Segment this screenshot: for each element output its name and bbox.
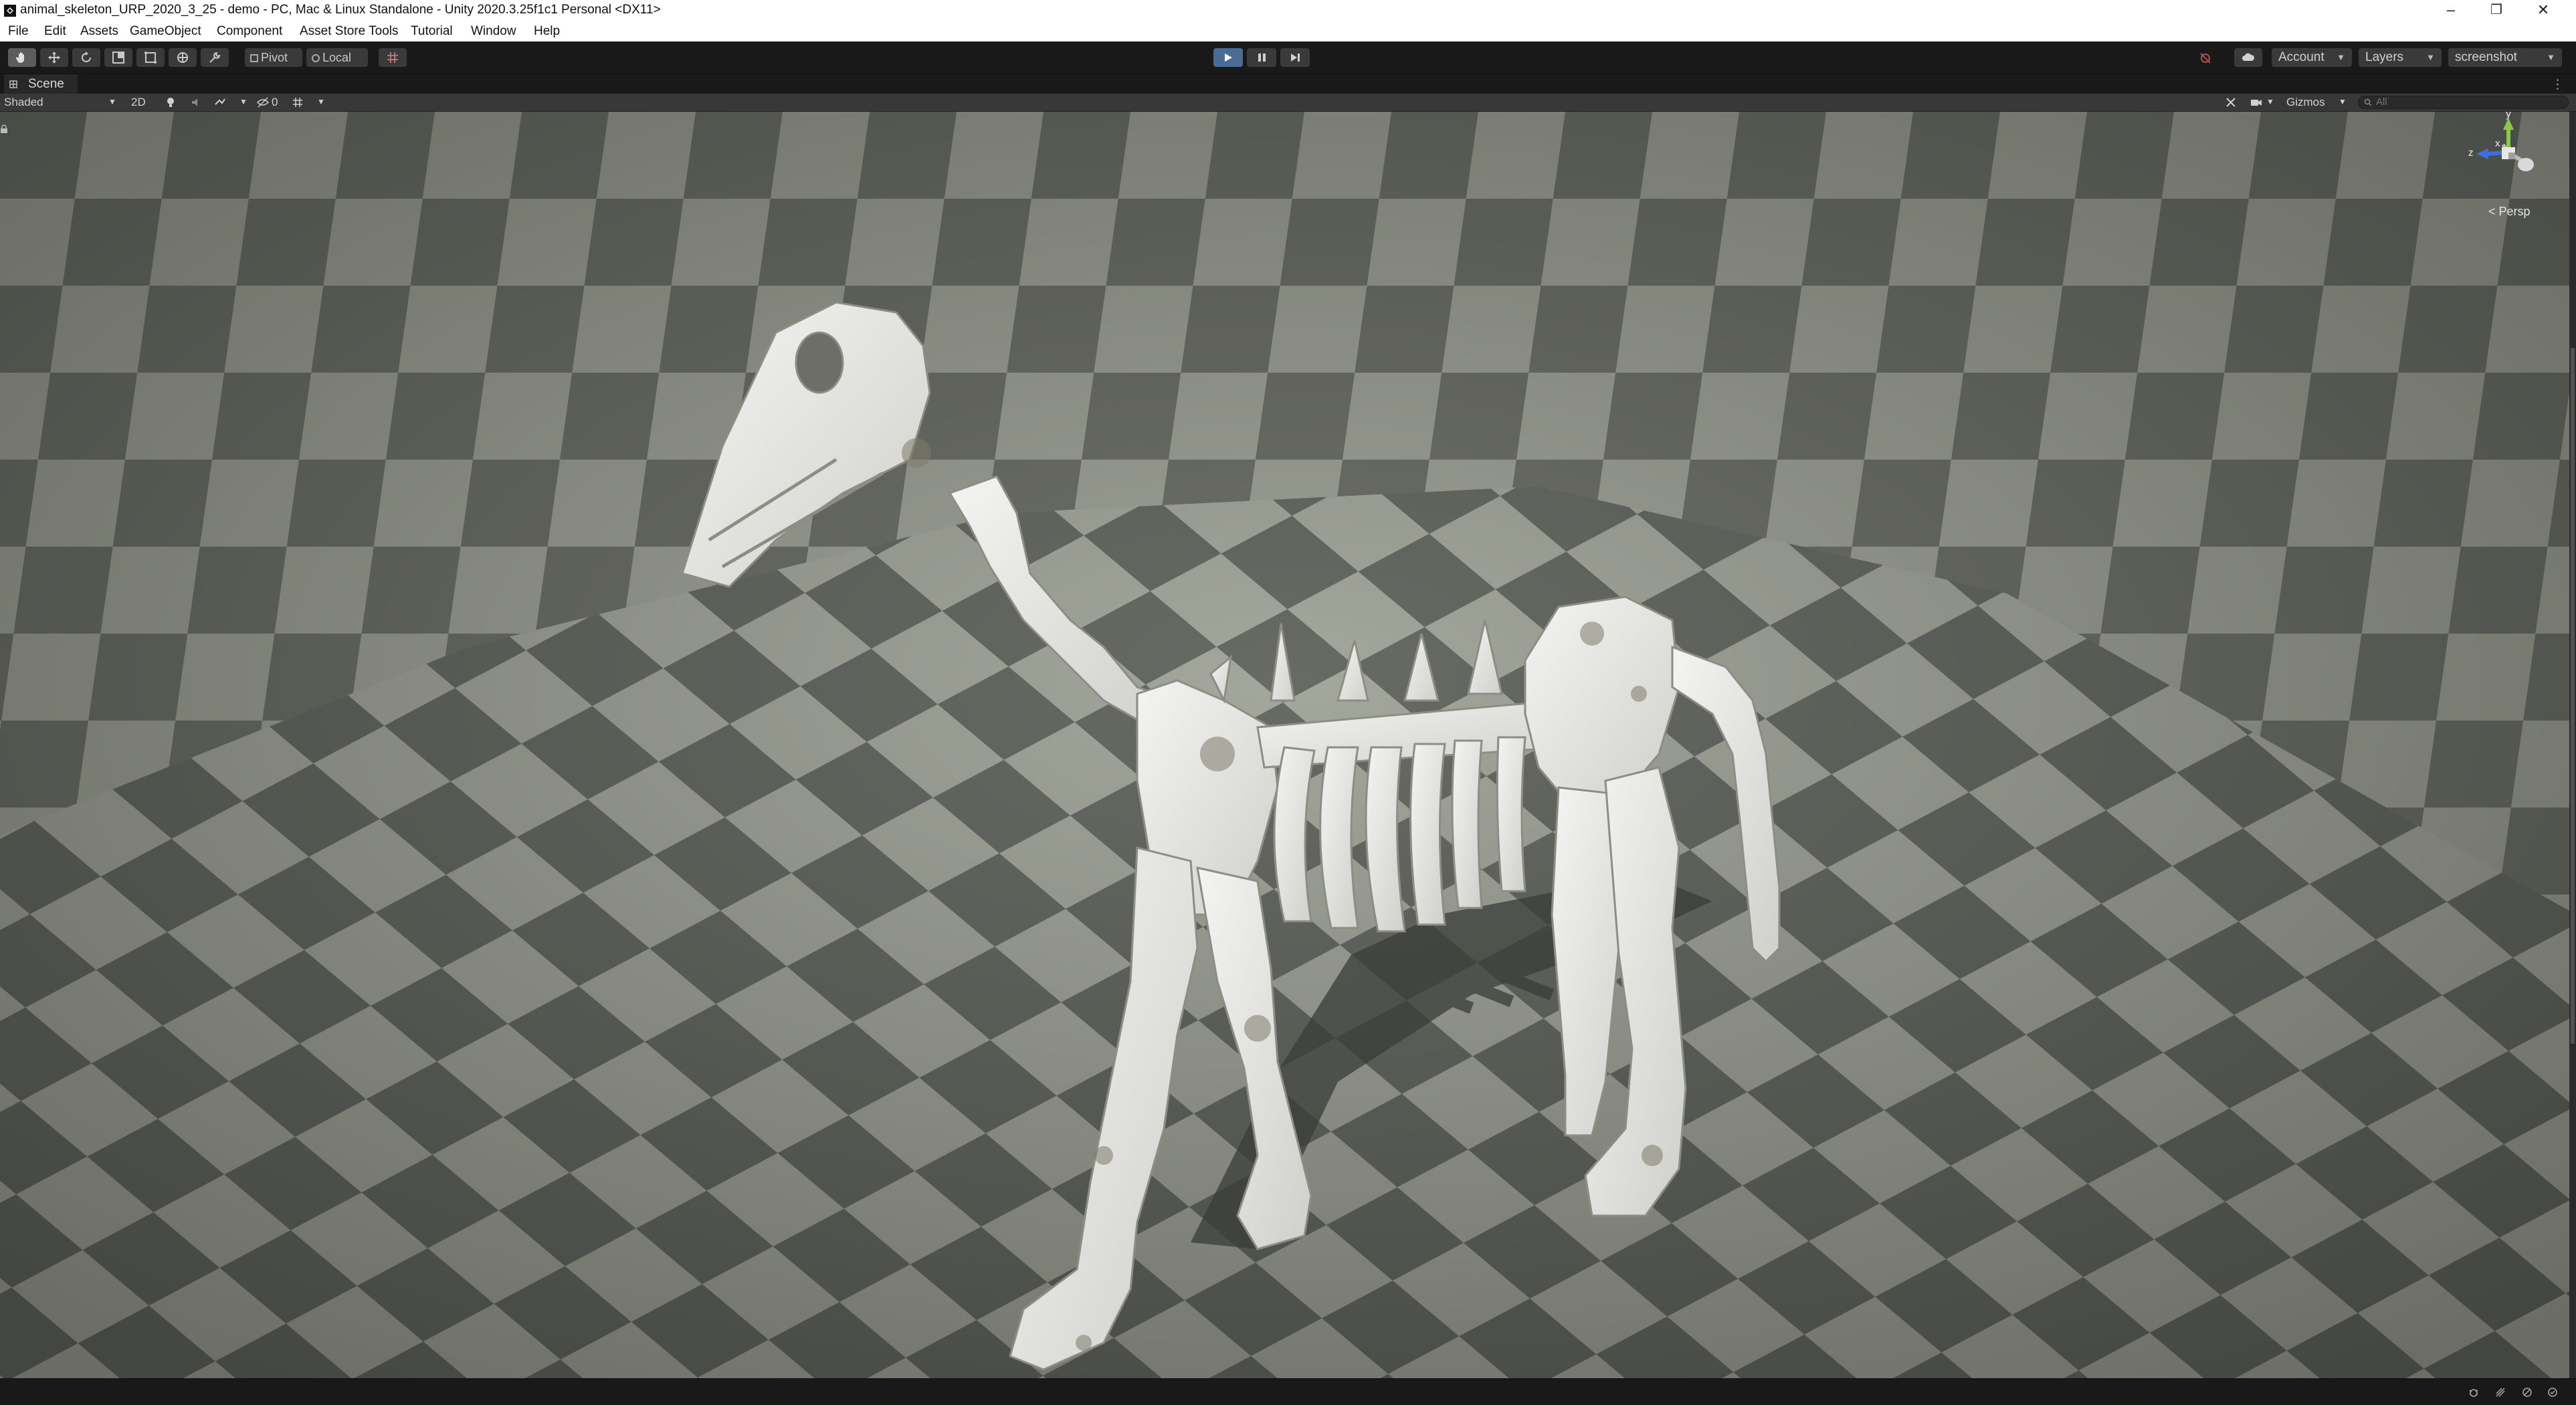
combined-transform-icon [177,52,188,63]
scene-toolbar: Shaded ▼ 2D ▼ 0 ▼ ▼ Gizmos ▼ All [0,94,2576,112]
pivot-toggle[interactable]: Pivot [245,48,302,67]
shading-mode-label: Shaded [4,96,43,108]
scene-tab-strip: Scene ⋮ [0,74,2576,94]
menu-asset-store-tools[interactable]: Asset Store Tools [300,24,399,39]
rotate-icon [82,52,91,62]
gizmo-axis-z-label: z [2468,147,2474,159]
scale-tool-button[interactable] [104,48,132,67]
pivot-label: Pivot [261,51,288,64]
search-placeholder: All [2376,96,2387,108]
menu-gameobject[interactable]: GameObject [130,24,201,39]
bug-icon[interactable] [2468,1387,2479,1398]
menu-assets[interactable]: Assets [80,24,118,39]
step-icon [1291,54,1300,62]
play-button[interactable] [1213,48,1243,67]
layers-label: Layers [2365,50,2404,64]
menu-bar: File Edit Assets GameObject Component As… [0,21,2576,41]
effects-icon[interactable] [214,96,226,108]
tab-scene-label: Scene [28,77,64,91]
local-label: Local [322,51,352,64]
chevron-down-icon[interactable]: ▼ [2266,97,2274,106]
wrench-icon [209,52,221,63]
account-label: Account [2278,50,2324,64]
rect-tool-button[interactable] [136,48,165,67]
chevron-down-icon: ▼ [2337,52,2345,62]
search-icon [2364,98,2372,106]
gizmo-axis-x-label: x [2495,138,2500,149]
step-button[interactable] [1280,48,1310,67]
cloud-button[interactable] [2234,48,2262,67]
progress-icon[interactable] [2495,1387,2506,1398]
pause-icon [1258,54,1266,62]
play-icon [1225,54,1232,62]
toggle-2d-button[interactable]: 2D [131,96,146,109]
pivot-icon [250,54,258,62]
chevron-down-icon[interactable]: ▼ [239,97,247,106]
menu-window[interactable]: Window [471,24,516,39]
custom-tool-button[interactable] [201,48,229,67]
chevron-down-icon: ▼ [2426,52,2435,62]
shading-mode-dropdown[interactable]: Shaded ▼ [3,94,120,110]
chevron-down-icon[interactable]: ▼ [2339,97,2347,106]
rotate-tool-button[interactable] [72,48,100,67]
rect-transform-icon [144,52,157,64]
pause-button[interactable] [1247,48,1276,67]
main-toolbar: Pivot Local Account ▼ Layers ▼ screensho… [0,41,2576,74]
projection-label: Persp [2498,205,2531,218]
menu-component[interactable]: Component [217,24,282,39]
collab-icon[interactable] [2198,51,2213,66]
orientation-gizmo[interactable]: y x z [2468,112,2549,193]
check-icon[interactable] [2547,1387,2558,1398]
menu-file[interactable]: File [8,24,29,39]
account-dropdown[interactable]: Account ▼ [2272,48,2352,67]
tools-icon[interactable] [2225,96,2237,108]
local-toggle[interactable]: Local [306,48,368,67]
grid-toggle-icon[interactable] [292,96,304,108]
layers-dropdown[interactable]: Layers ▼ [2359,48,2442,67]
transform-tool-button[interactable] [169,48,197,67]
camera-icon[interactable] [2250,96,2262,108]
window-title-bar: animal_skeleton_URP_2020_3_25 - demo - P… [0,0,2576,21]
move-icon [48,52,60,64]
audio-icon[interactable] [190,96,202,108]
chevron-down-icon[interactable]: ▼ [317,97,325,106]
tab-menu-icon[interactable]: ⋮ [2551,77,2564,92]
chevron-left-icon: < [2488,205,2496,218]
scene-search-input[interactable]: All [2358,96,2569,109]
close-button[interactable]: ✕ [2516,0,2570,21]
hand-icon [15,52,24,63]
move-tool-button[interactable] [40,48,68,67]
scene-viewport[interactable]: y x z < Persp [0,112,2576,1378]
menu-help[interactable]: Help [534,24,560,39]
hidden-objects-icon[interactable] [257,96,269,108]
lighting-icon[interactable] [165,96,177,108]
menu-edit[interactable]: Edit [44,24,66,39]
hand-tool-button[interactable] [8,48,36,67]
chevron-down-icon: ▼ [108,97,116,106]
status-bar [0,1378,2576,1405]
grid-snap-button[interactable] [379,48,407,67]
gizmos-button[interactable]: Gizmos [2286,96,2325,109]
tab-scene[interactable]: Scene [4,74,78,94]
cloud-icon [2242,53,2255,61]
restore-button[interactable]: ❐ [2470,0,2523,21]
gizmo-axis-y-label: y [2506,112,2511,120]
scene-icon [9,80,17,88]
unity-logo-icon [4,5,16,17]
projection-toggle[interactable]: < Persp [2488,205,2531,219]
scene-render [0,112,2576,1378]
chevron-down-icon: ▼ [2547,52,2555,62]
window-title: animal_skeleton_URP_2020_3_25 - demo - P… [20,3,661,17]
lock-icon[interactable] [0,124,8,134]
scale-icon [112,52,124,64]
grid-snap-icon [387,52,398,63]
hidden-objects-count: 0 [272,96,278,108]
local-icon [312,54,320,62]
viewport-scroll-thumb[interactable] [2571,348,2575,1044]
menu-tutorial[interactable]: Tutorial [411,24,453,39]
layout-dropdown[interactable]: screenshot ▼ [2448,48,2562,67]
layout-label: screenshot [2455,50,2517,64]
gi-icon[interactable] [2522,1387,2533,1398]
